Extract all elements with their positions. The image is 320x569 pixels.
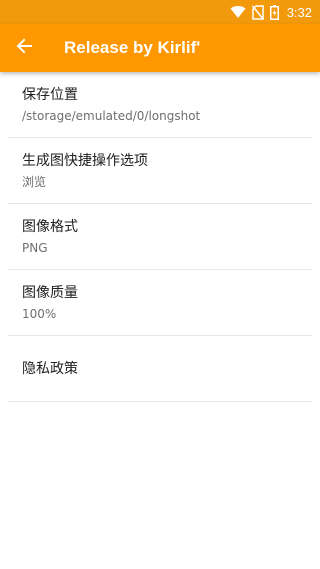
setting-summary: PNG [22, 241, 48, 255]
setting-quick-actions[interactable]: 生成图快捷操作选项 浏览 [0, 138, 320, 204]
setting-save-location[interactable]: 保存位置 /storage/emulated/0/longshot [0, 72, 320, 138]
app-bar: Release by Kirlif' [0, 24, 320, 72]
setting-title: 生成图快捷操作选项 [22, 153, 148, 169]
arrow-left-icon [16, 38, 32, 58]
back-button[interactable] [0, 24, 48, 72]
no-sim-icon [251, 4, 264, 20]
status-bar: 3:32 [0, 0, 320, 24]
settings-list: 保存位置 /storage/emulated/0/longshot 生成图快捷操… [0, 72, 320, 402]
setting-summary: 100% [22, 307, 57, 321]
setting-title: 图像格式 [22, 219, 78, 235]
status-time: 3:32 [286, 4, 312, 20]
setting-title: 图像质量 [22, 285, 78, 301]
setting-image-format[interactable]: 图像格式 PNG [0, 204, 320, 270]
status-icons: 3:32 [230, 0, 312, 24]
setting-title: 隐私政策 [22, 361, 78, 377]
setting-privacy-policy[interactable]: 隐私政策 [0, 336, 320, 402]
setting-summary: /storage/emulated/0/longshot [22, 109, 201, 123]
app-title: Release by Kirlif' [64, 38, 201, 57]
battery-charging-icon [269, 4, 279, 20]
setting-summary: 浏览 [22, 175, 47, 189]
wifi-icon [230, 5, 246, 19]
setting-title: 保存位置 [22, 87, 78, 103]
setting-image-quality[interactable]: 图像质量 100% [0, 270, 320, 336]
